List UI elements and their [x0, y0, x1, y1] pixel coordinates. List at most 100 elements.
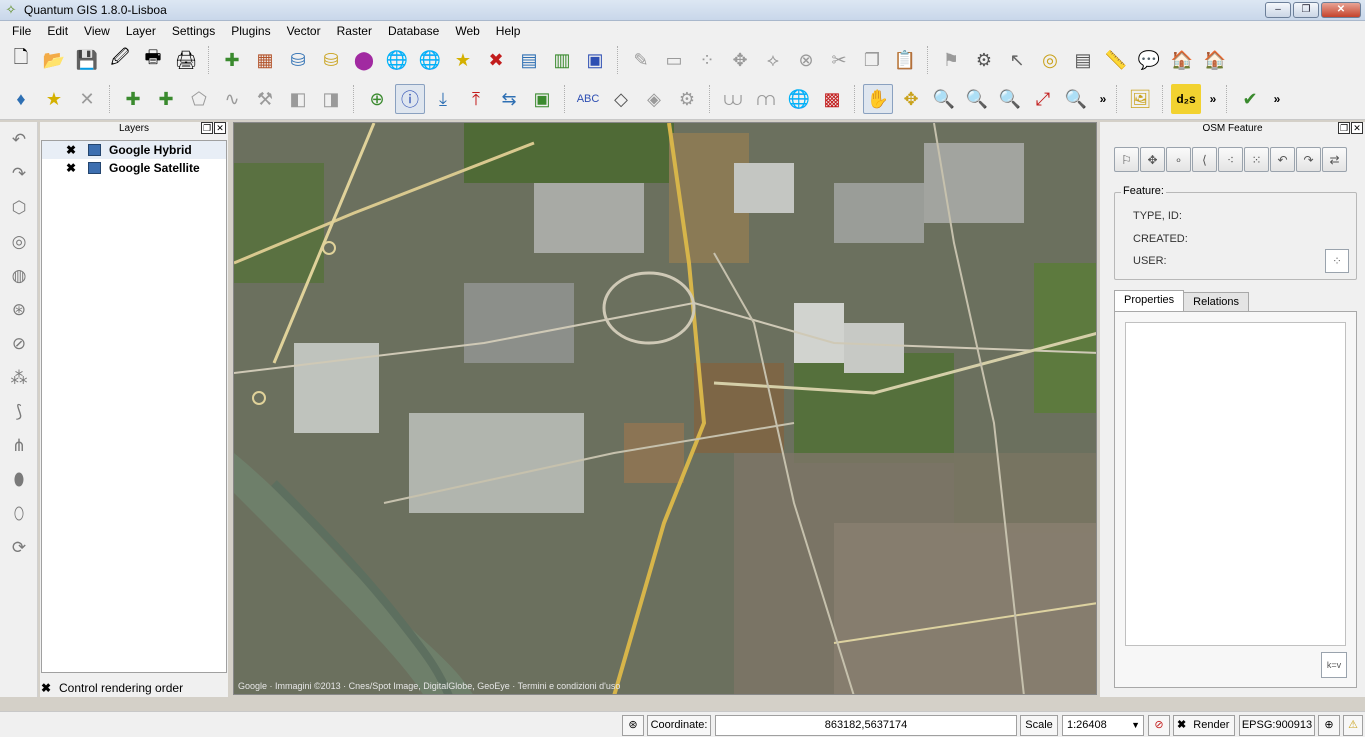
- zoom-layer-icon[interactable]: 🔍: [1061, 84, 1091, 114]
- menu-layer[interactable]: Layer: [118, 24, 164, 38]
- add-spatialite-layer-icon[interactable]: ⛁: [316, 45, 346, 75]
- close-button[interactable]: ✕: [1321, 2, 1361, 18]
- pan-hand-icon[interactable]: ✋: [863, 84, 893, 114]
- map-canvas[interactable]: Google · Immagini ©2013 · Cnes/Spot Imag…: [233, 122, 1097, 695]
- save-project-icon[interactable]: 💾: [72, 45, 102, 75]
- node-tool-icon[interactable]: ⟡: [758, 45, 788, 75]
- save-edits-icon[interactable]: ▭: [659, 45, 689, 75]
- undo-icon[interactable]: ↶: [4, 125, 34, 155]
- add-part-tool-icon[interactable]: ◍: [4, 261, 34, 291]
- properties-table[interactable]: [1125, 322, 1346, 646]
- delete-selected-icon[interactable]: ⊗: [791, 45, 821, 75]
- menu-edit[interactable]: Edit: [39, 24, 76, 38]
- copy-features-icon[interactable]: ❐: [857, 45, 887, 75]
- merge-features-icon[interactable]: ◨: [316, 84, 346, 114]
- add-wfs-layer-icon[interactable]: ★: [448, 45, 478, 75]
- osm-download-icon[interactable]: ⤓: [428, 84, 458, 114]
- new-project-icon[interactable]: 🗋: [6, 45, 36, 75]
- crs-button[interactable]: EPSG:900913: [1239, 715, 1315, 736]
- coordinate-field[interactable]: 863182,5637174: [715, 715, 1017, 736]
- zoom-out-icon[interactable]: 🔍: [962, 84, 992, 114]
- toolbar-overflow-chevron[interactable]: »: [1268, 92, 1286, 106]
- osm-import-icon[interactable]: ⇆: [494, 84, 524, 114]
- simplify-feature-icon[interactable]: ⬡: [4, 193, 34, 223]
- zoom-full-icon[interactable]: ⤢: [1028, 84, 1058, 114]
- identify-select-icon[interactable]: ↖: [1002, 45, 1032, 75]
- osm-create-line-icon[interactable]: ⟨: [1192, 147, 1217, 172]
- change-label-icon[interactable]: ⚙: [672, 84, 702, 114]
- maximize-button[interactable]: ❐: [1293, 2, 1319, 18]
- new-bookmark-icon[interactable]: 🏠: [1167, 45, 1197, 75]
- toolbar-overflow-chevron[interactable]: »: [1204, 92, 1222, 106]
- coordinate-toggle-icon[interactable]: ⊛: [622, 715, 644, 736]
- new-shapefile-icon[interactable]: ▤: [514, 45, 544, 75]
- new-spatialite-icon[interactable]: ▥: [547, 45, 577, 75]
- add-feature-icon[interactable]: ⁘: [692, 45, 722, 75]
- menu-file[interactable]: File: [4, 24, 39, 38]
- delete-part-icon[interactable]: ⊘: [4, 329, 34, 359]
- paste-features-icon[interactable]: 📋: [890, 45, 920, 75]
- menu-settings[interactable]: Settings: [164, 24, 223, 38]
- pan-to-selection-icon[interactable]: ✥: [896, 84, 926, 114]
- action-gear-icon[interactable]: ⚙: [969, 45, 999, 75]
- merge-attributes-icon[interactable]: ⬯: [4, 499, 34, 529]
- add-part-icon[interactable]: ✚: [151, 84, 181, 114]
- osm-upload-icon[interactable]: ⤒: [461, 84, 491, 114]
- add-postgis-layer-icon[interactable]: ⛁: [283, 45, 313, 75]
- add-wms-layer-icon[interactable]: 🌐: [382, 45, 412, 75]
- delete-ring-icon[interactable]: ⬠: [184, 84, 214, 114]
- rotate-symbols-icon[interactable]: ⟳: [4, 533, 34, 563]
- layer-visibility-checkbox[interactable]: ✖: [66, 162, 78, 174]
- attribute-table-icon[interactable]: ▤: [1068, 45, 1098, 75]
- reshape-tool-icon[interactable]: ⁂: [4, 363, 34, 393]
- menu-raster[interactable]: Raster: [329, 24, 380, 38]
- fill-ring-icon[interactable]: ⊛: [4, 295, 34, 325]
- osm-history-icon[interactable]: ⇄: [1322, 147, 1347, 172]
- menu-plugins[interactable]: Plugins: [223, 24, 278, 38]
- python-plugin-icon[interactable]: ✔: [1235, 84, 1265, 114]
- osm-move-tool-icon[interactable]: ✥: [1140, 147, 1165, 172]
- render-order-checkbox[interactable]: ✖: [41, 682, 53, 694]
- menu-database[interactable]: Database: [380, 24, 447, 38]
- crs-globe-icon[interactable]: ⊕: [1318, 715, 1340, 736]
- osm-create-point-icon[interactable]: ∘: [1166, 147, 1191, 172]
- image-plugin-icon[interactable]: 🖼: [1125, 84, 1155, 114]
- open-project-icon[interactable]: 📂: [39, 45, 69, 75]
- render-checkbox[interactable]: ✖: [1177, 719, 1186, 731]
- menu-vector[interactable]: Vector: [279, 24, 329, 38]
- deselect-icon[interactable]: ◎: [1035, 45, 1065, 75]
- move-label-icon[interactable]: ◇: [606, 84, 636, 114]
- offset-curve-icon[interactable]: ⟆: [4, 397, 34, 427]
- float-panel-icon[interactable]: ❐: [1338, 122, 1350, 134]
- measure-line-icon[interactable]: 📏: [1101, 45, 1131, 75]
- pin-labels-icon[interactable]: ⚑: [936, 45, 966, 75]
- add-vector-layer-icon[interactable]: ✚: [217, 45, 247, 75]
- remove-tag-button[interactable]: k=v: [1321, 652, 1347, 678]
- print-composer-icon[interactable]: 🖶: [138, 45, 168, 75]
- zoom-in-icon[interactable]: 🔍: [929, 84, 959, 114]
- add-wfs-icon[interactable]: ♦: [6, 84, 36, 114]
- local-stretch-icon[interactable]: ⩋: [751, 84, 781, 114]
- osm-create-relation-icon[interactable]: ⁙: [1244, 147, 1269, 172]
- stop-render-icon[interactable]: ⊘: [1148, 715, 1170, 736]
- close-panel-icon[interactable]: ✕: [1351, 122, 1363, 134]
- zoom-native-icon[interactable]: 🔍: [995, 84, 1025, 114]
- reshape-icon[interactable]: ⚒: [250, 84, 280, 114]
- osm-save-icon[interactable]: ▣: [527, 84, 557, 114]
- add-ring-icon[interactable]: ✚: [118, 84, 148, 114]
- warning-icon[interactable]: ⚠: [1343, 715, 1363, 736]
- split-tool-icon[interactable]: ⋔: [4, 431, 34, 461]
- close-panel-icon[interactable]: ✕: [214, 122, 226, 134]
- osm-create-polygon-icon[interactable]: ⁖: [1218, 147, 1243, 172]
- osm-identify-tool-icon[interactable]: ⚐: [1114, 147, 1139, 172]
- map-tips-icon[interactable]: 💬: [1134, 45, 1164, 75]
- feature-tool-icon[interactable]: ⁘: [1325, 249, 1349, 273]
- cut-features-icon[interactable]: ✂: [824, 45, 854, 75]
- favorite-star-icon[interactable]: ★: [39, 84, 69, 114]
- toolbar-overflow-chevron[interactable]: »: [1094, 92, 1112, 106]
- menu-view[interactable]: View: [76, 24, 118, 38]
- label-abc-icon[interactable]: ABC: [573, 84, 603, 114]
- simplify-icon[interactable]: ∿: [217, 84, 247, 114]
- menu-web[interactable]: Web: [447, 24, 487, 38]
- osm-load-icon[interactable]: ⊕: [362, 84, 392, 114]
